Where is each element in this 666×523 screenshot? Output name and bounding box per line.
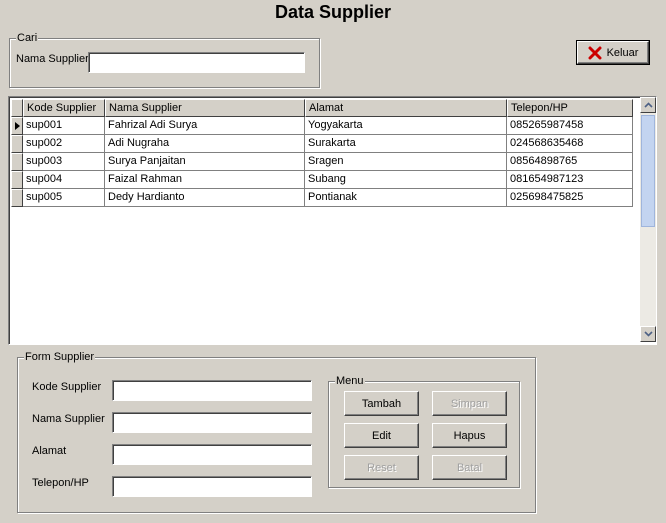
table-cell[interactable]: 08564898765 <box>507 153 633 171</box>
table-cell[interactable]: Adi Nugraha <box>105 135 305 153</box>
alamat-label: Alamat <box>32 445 67 457</box>
telepon-field[interactable] <box>112 476 312 497</box>
tambah-button[interactable]: Tambah <box>344 391 419 416</box>
table-cell[interactable]: Pontianak <box>305 189 507 207</box>
edit-button[interactable]: Edit <box>344 423 419 448</box>
alamat-field[interactable] <box>112 444 312 465</box>
table-cell[interactable]: 025698475825 <box>507 189 633 207</box>
chevron-up-icon <box>643 102 653 108</box>
scroll-down-button[interactable] <box>640 326 656 342</box>
form-group-label: Form Supplier <box>24 351 96 363</box>
column-header[interactable]: Nama Supplier <box>105 99 305 117</box>
table-cell[interactable]: sup004 <box>23 171 105 189</box>
table-cell[interactable]: Faizal Rahman <box>105 171 305 189</box>
table-row[interactable]: sup005 Dedy Hardianto Pontianak 02569847… <box>11 189 633 207</box>
table-row[interactable]: sup001 Fahrizal Adi Surya Yogyakarta 085… <box>11 117 633 135</box>
row-indicator[interactable] <box>11 171 23 189</box>
table-row[interactable]: sup003 Surya Panjaitan Sragen 0856489876… <box>11 153 633 171</box>
table-cell[interactable]: sup003 <box>23 153 105 171</box>
table-cell[interactable]: 024568635468 <box>507 135 633 153</box>
table-cell[interactable]: 081654987123 <box>507 171 633 189</box>
table-cell[interactable]: Yogyakarta <box>305 117 507 135</box>
x-icon <box>588 46 602 60</box>
table-cell[interactable]: Surakarta <box>305 135 507 153</box>
table-cell[interactable]: sup005 <box>23 189 105 207</box>
table-cell[interactable]: sup002 <box>23 135 105 153</box>
search-field-label: Nama Supplier <box>16 53 89 65</box>
supplier-grid[interactable]: Kode Supplier Nama Supplier Alamat Telep… <box>8 96 657 345</box>
column-header[interactable]: Kode Supplier <box>23 99 105 117</box>
scroll-up-button[interactable] <box>640 97 656 113</box>
search-input-box[interactable] <box>88 52 305 73</box>
table-cell[interactable]: Sragen <box>305 153 507 171</box>
reset-button[interactable]: Reset <box>344 455 419 480</box>
table-row[interactable]: sup004 Faizal Rahman Subang 081654987123 <box>11 171 633 189</box>
telepon-label: Telepon/HP <box>32 477 89 489</box>
alamat-input[interactable] <box>113 445 311 464</box>
search-group-label: Cari <box>16 32 39 44</box>
current-row-arrow-icon <box>15 122 20 130</box>
vertical-scrollbar[interactable] <box>640 97 656 342</box>
telepon-input[interactable] <box>113 477 311 496</box>
close-button-label: Keluar <box>606 46 639 59</box>
row-indicator[interactable] <box>11 153 23 171</box>
table-cell[interactable]: Fahrizal Adi Surya <box>105 117 305 135</box>
scroll-thumb[interactable] <box>641 115 655 227</box>
table-cell[interactable]: sup001 <box>23 117 105 135</box>
hapus-button[interactable]: Hapus <box>432 423 507 448</box>
close-button[interactable]: Keluar <box>576 40 650 65</box>
table-row[interactable]: sup002 Adi Nugraha Surakarta 02456863546… <box>11 135 633 153</box>
table-cell[interactable]: Surya Panjaitan <box>105 153 305 171</box>
table-cell[interactable]: 085265987458 <box>507 117 633 135</box>
table-cell[interactable]: Dedy Hardianto <box>105 189 305 207</box>
page-title: Data Supplier <box>274 2 392 22</box>
batal-button[interactable]: Batal <box>432 455 507 480</box>
search-input[interactable] <box>89 53 304 72</box>
row-indicator[interactable] <box>11 117 23 135</box>
kode-supplier-input[interactable] <box>113 381 311 400</box>
chevron-down-icon <box>643 331 653 337</box>
nama-supplier-label: Nama Supplier <box>32 413 105 425</box>
nama-supplier-field[interactable] <box>112 412 312 433</box>
header-indicator <box>11 99 23 117</box>
column-header[interactable]: Telepon/HP <box>507 99 633 117</box>
row-indicator[interactable] <box>11 189 23 207</box>
menu-group-label: Menu <box>335 375 365 387</box>
nama-supplier-input[interactable] <box>113 413 311 432</box>
table-cell[interactable]: Subang <box>305 171 507 189</box>
column-header[interactable]: Alamat <box>305 99 507 117</box>
kode-supplier-field[interactable] <box>112 380 312 401</box>
grid-header: Kode Supplier Nama Supplier Alamat Telep… <box>11 99 633 117</box>
simpan-button[interactable]: Simpan <box>432 391 507 416</box>
kode-supplier-label: Kode Supplier <box>32 381 102 393</box>
row-indicator[interactable] <box>11 135 23 153</box>
